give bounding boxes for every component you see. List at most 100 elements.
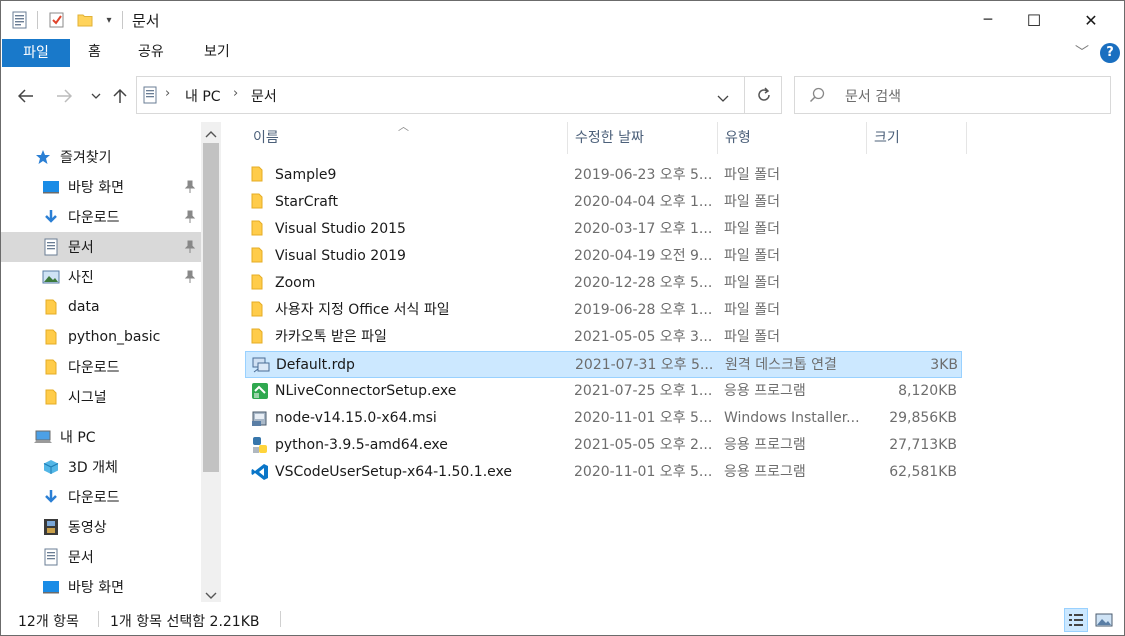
pin-icon[interactable]: [184, 240, 196, 254]
table-row[interactable]: node-v14.15.0-x64.msi 2020-11-01 오후 5...…: [245, 405, 962, 432]
file-size: [865, 324, 957, 351]
back-button[interactable]: [14, 84, 38, 108]
file-name: Visual Studio 2019: [275, 248, 406, 264]
file-name: 카카오톡 받은 파일: [275, 329, 387, 345]
folder-icon: [251, 301, 269, 319]
desktop-icon: [42, 178, 60, 196]
nav-this-pc[interactable]: 내 PC: [0, 422, 201, 452]
file-date: 2020-03-17 오후 1...: [574, 221, 713, 237]
file-size: 29,856KB: [889, 410, 957, 426]
nav-scrollbar-thumb[interactable]: [203, 143, 219, 472]
divider: [122, 11, 123, 29]
nav-documents[interactable]: 문서: [0, 542, 201, 572]
scroll-down-icon[interactable]: [205, 588, 217, 602]
table-row[interactable]: VSCodeUserSetup-x64-1.50.1.exe 2020-11-0…: [245, 459, 962, 486]
table-row[interactable]: python-3.9.5-amd64.exe 2021-05-05 오후 2..…: [245, 432, 962, 459]
pin-icon[interactable]: [184, 180, 196, 194]
breadcrumb-this-pc[interactable]: 내 PC: [185, 86, 221, 106]
close-button[interactable]: ✕: [1068, 0, 1114, 40]
table-row[interactable]: 사용자 지정 Office 서식 파일 2019-06-28 오후 1... 파…: [245, 297, 962, 324]
address-dropdown-icon[interactable]: [717, 90, 729, 106]
document-icon: [42, 238, 60, 256]
table-row[interactable]: Sample9 2019-06-23 오후 5... 파일 폴더: [245, 162, 962, 189]
forward-button[interactable]: [52, 84, 76, 108]
help-button[interactable]: ?: [1100, 43, 1120, 63]
folder-icon: [251, 328, 269, 346]
nav-3d-objects[interactable]: 3D 개체: [0, 452, 201, 482]
file-type: 응용 프로그램: [724, 437, 806, 453]
ribbon-tabs: 파일 홈 공유 보기 ﹀ ?: [0, 38, 1125, 70]
nav-pictures-pinned[interactable]: 사진: [0, 262, 201, 292]
file-name: Zoom: [275, 275, 316, 291]
breadcrumb-chevron-icon[interactable]: ›: [165, 86, 170, 101]
document-app-icon[interactable]: [11, 10, 29, 30]
customize-toolbar-icon[interactable]: ▾: [100, 10, 118, 30]
nav-label: 바탕 화면: [68, 180, 124, 196]
column-header-name[interactable]: 이름: [245, 122, 567, 154]
file-size: [865, 243, 957, 270]
column-header-date[interactable]: 수정한 날짜: [567, 122, 717, 154]
tab-view[interactable]: 보기: [190, 38, 244, 66]
search-box[interactable]: 문서 검색: [794, 76, 1111, 114]
table-row[interactable]: StarCraft 2020-04-04 오후 1... 파일 폴더: [245, 189, 962, 216]
table-row[interactable]: Visual Studio 2015 2020-03-17 오후 1... 파일…: [245, 216, 962, 243]
nav-desktop-pinned[interactable]: 바탕 화면: [0, 172, 201, 202]
file-type: 파일 폴더: [724, 329, 780, 345]
navigation-pane: 즐겨찾기 바탕 화면 다운로드 문서 사진 data python_basic …: [0, 122, 222, 602]
recent-locations-icon[interactable]: [84, 84, 108, 108]
file-size: 3KB: [930, 357, 958, 373]
status-bar: 12개 항목 1개 항목 선택함 2.21KB: [0, 602, 1125, 636]
table-row[interactable]: Zoom 2020-12-28 오후 5... 파일 폴더: [245, 270, 962, 297]
large-icons-view-button[interactable]: [1092, 608, 1116, 632]
divider: [98, 611, 99, 627]
nav-downloads[interactable]: 다운로드: [0, 482, 201, 512]
table-row[interactable]: 카카오톡 받은 파일 2021-05-05 오후 3... 파일 폴더: [245, 324, 962, 351]
tab-home[interactable]: 홈: [74, 38, 115, 66]
folder-icon: [42, 328, 60, 346]
nav-folder-data[interactable]: data: [0, 292, 201, 322]
file-date: 2019-06-28 오후 1...: [574, 302, 713, 318]
details-view-button[interactable]: [1064, 608, 1088, 632]
file-name: Default.rdp: [276, 357, 355, 373]
up-button[interactable]: [108, 84, 132, 108]
nav-videos[interactable]: 동영상: [0, 512, 201, 542]
nav-label: data: [68, 299, 100, 315]
tab-share[interactable]: 공유: [124, 38, 178, 66]
close-icon: ✕: [1084, 10, 1098, 30]
scroll-up-icon[interactable]: [205, 126, 217, 142]
installer-icon: [251, 382, 269, 400]
minimize-button[interactable]: ─: [965, 0, 1011, 40]
pin-icon[interactable]: [184, 210, 196, 224]
maximize-button[interactable]: ☐: [1011, 0, 1057, 40]
breadcrumb-documents[interactable]: 문서: [251, 86, 277, 106]
item-count: 12개 항목: [18, 614, 79, 630]
nav-quick-access[interactable]: 즐겨찾기: [0, 142, 201, 172]
nav-documents-pinned[interactable]: 문서: [0, 232, 201, 262]
column-header-size[interactable]: 크기: [866, 122, 966, 154]
nav-folder-signal[interactable]: 시그널: [0, 382, 201, 412]
properties-icon[interactable]: [48, 10, 66, 30]
column-header-type[interactable]: 유형: [717, 122, 867, 154]
address-bar[interactable]: › 내 PC › 문서: [136, 76, 782, 114]
pin-icon[interactable]: [184, 270, 196, 284]
table-row[interactable]: NLiveConnectorSetup.exe 2021-07-25 오후 1.…: [245, 378, 962, 405]
refresh-button[interactable]: [744, 76, 782, 114]
nav-folder-python-basic[interactable]: python_basic: [0, 322, 201, 352]
table-row[interactable]: Visual Studio 2019 2020-04-19 오전 9... 파일…: [245, 243, 962, 270]
file-date: 2021-07-31 오후 5...: [575, 357, 714, 373]
tab-file[interactable]: 파일: [2, 39, 70, 67]
search-input[interactable]: 문서 검색: [845, 86, 901, 106]
breadcrumb-chevron-icon[interactable]: ›: [233, 86, 238, 101]
folder-icon: [42, 298, 60, 316]
nav-label: 바탕 화면: [68, 580, 124, 596]
nav-folder-downloads[interactable]: 다운로드: [0, 352, 201, 382]
nav-downloads-pinned[interactable]: 다운로드: [0, 202, 201, 232]
file-name: Visual Studio 2015: [275, 221, 406, 237]
expand-ribbon-icon[interactable]: ﹀: [1075, 42, 1089, 62]
column-divider[interactable]: [966, 122, 967, 154]
new-folder-icon[interactable]: [76, 10, 94, 30]
nav-desktop[interactable]: 바탕 화면: [0, 572, 201, 602]
table-row-selected[interactable]: Default.rdp 2021-07-31 오후 5... 원격 데스크톱 연…: [245, 351, 962, 378]
file-type: Windows Installer...: [724, 410, 860, 426]
document-icon: [143, 86, 157, 108]
